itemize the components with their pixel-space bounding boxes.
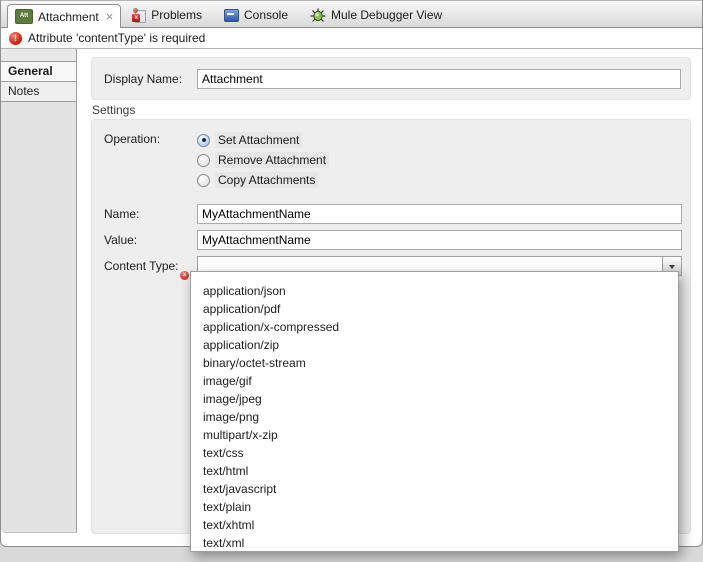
- dropdown-item[interactable]: image/png: [191, 408, 678, 426]
- sidebar-item-notes[interactable]: Notes: [1, 82, 76, 102]
- dropdown-item[interactable]: application/json: [191, 282, 678, 300]
- radio-button-selected-icon[interactable]: [197, 134, 210, 147]
- value-input[interactable]: [197, 230, 682, 250]
- value-row: Value:: [104, 230, 682, 250]
- dropdown-item[interactable]: text/xml: [191, 534, 678, 552]
- value-label: Value:: [104, 233, 197, 247]
- dropdown-item[interactable]: text/html: [191, 462, 678, 480]
- tab-bar: Att Attachment × x Problems Console: [1, 1, 702, 28]
- radio-copy-attachments[interactable]: Copy Attachments: [197, 172, 329, 188]
- content-type-label-text: Content Type:: [104, 259, 179, 273]
- dropdown-item[interactable]: application/pdf: [191, 300, 678, 318]
- mule-debugger-icon: [310, 8, 326, 23]
- dropdown-item[interactable]: application/zip: [191, 336, 678, 354]
- tab-console-label: Console: [244, 8, 288, 22]
- radio-button-icon[interactable]: [197, 174, 210, 187]
- properties-editor-window: Att Attachment × x Problems Console: [0, 0, 703, 562]
- dropdown-item[interactable]: multipart/x-zip: [191, 426, 678, 444]
- validation-error-message: Attribute 'contentType' is required: [28, 31, 205, 45]
- section-tabs-sidebar: General Notes: [1, 49, 77, 533]
- radio-button-icon[interactable]: [197, 154, 210, 167]
- display-name-group: Display Name:: [91, 57, 691, 100]
- operation-row: Operation: Set Attachment Remove Attachm…: [104, 132, 682, 198]
- tab-attachment-label: Attachment: [38, 10, 99, 24]
- tab-console[interactable]: Console: [213, 3, 299, 27]
- dropdown-item[interactable]: image/gif: [191, 372, 678, 390]
- name-input[interactable]: [197, 204, 682, 224]
- settings-section-title: Settings: [92, 103, 691, 117]
- problems-icon: x: [132, 8, 146, 22]
- validation-error-bar: ! Attribute 'contentType' is required: [1, 28, 702, 49]
- display-name-label: Display Name:: [104, 72, 197, 86]
- name-row: Name:: [104, 204, 682, 224]
- dropdown-item[interactable]: text/javascript: [191, 480, 678, 498]
- operation-radio-group: Set Attachment Remove Attachment Copy At…: [197, 132, 329, 188]
- display-name-input[interactable]: [197, 69, 681, 89]
- tab-mule-debugger[interactable]: Mule Debugger View: [299, 3, 453, 27]
- name-label: Name:: [104, 207, 197, 221]
- tab-problems-label: Problems: [151, 8, 202, 22]
- content-type-label: Content Type: x: [104, 259, 197, 273]
- close-icon[interactable]: ×: [106, 12, 114, 22]
- content-type-dropdown-list: application/json application/pdf applica…: [190, 271, 679, 552]
- radio-set-attachment[interactable]: Set Attachment: [197, 132, 329, 148]
- sidebar-item-general[interactable]: General: [1, 62, 76, 82]
- tab-attachment[interactable]: Att Attachment ×: [7, 4, 121, 28]
- attachment-icon: Att: [15, 9, 33, 24]
- radio-remove-attachment[interactable]: Remove Attachment: [197, 152, 329, 168]
- console-icon: [224, 9, 239, 22]
- operation-label: Operation:: [104, 132, 197, 146]
- error-icon: !: [9, 32, 22, 45]
- dropdown-item[interactable]: text/plain: [191, 498, 678, 516]
- radio-set-attachment-label[interactable]: Set Attachment: [215, 132, 302, 148]
- dropdown-item[interactable]: text/xhtml: [191, 516, 678, 534]
- radio-remove-attachment-label[interactable]: Remove Attachment: [215, 152, 329, 168]
- radio-copy-attachments-label[interactable]: Copy Attachments: [215, 172, 318, 188]
- dropdown-item[interactable]: binary/octet-stream: [191, 354, 678, 372]
- tab-problems[interactable]: x Problems: [121, 3, 213, 27]
- dropdown-item[interactable]: image/jpeg: [191, 390, 678, 408]
- sidebar-spacer: [1, 49, 76, 62]
- dropdown-item[interactable]: application/x-compressed: [191, 318, 678, 336]
- field-error-icon: x: [180, 271, 189, 280]
- tab-mule-debugger-label: Mule Debugger View: [331, 8, 442, 22]
- dropdown-item[interactable]: text/css: [191, 444, 678, 462]
